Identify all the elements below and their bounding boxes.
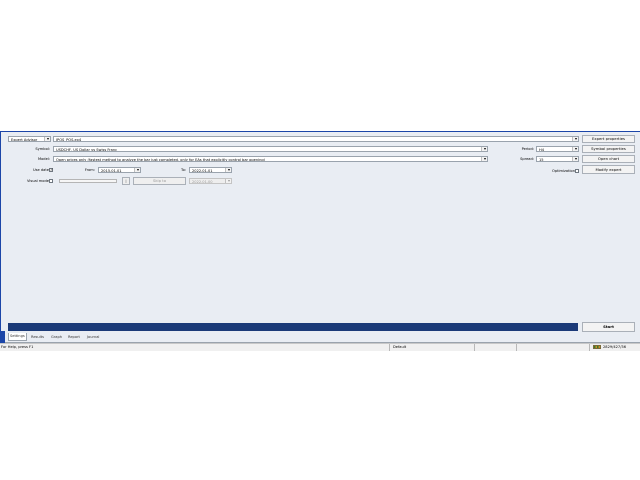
chevron-down-icon (572, 147, 578, 151)
expert-file-select[interactable]: IPOS_POS.ex4 (53, 136, 579, 142)
chevron-down-icon (481, 147, 487, 151)
period-value: H4 (539, 148, 544, 152)
start-button[interactable]: Start (582, 322, 635, 332)
spread-select[interactable]: 15 (536, 156, 579, 162)
visual-speed-slider[interactable] (59, 179, 117, 183)
chevron-down-icon (225, 168, 231, 172)
connection-bars-icon (593, 345, 601, 349)
use-date-checkbox[interactable]: ✓ (49, 168, 53, 172)
strategy-tester-window (0, 131, 640, 343)
from-date-value: 2015.01.01 (101, 169, 122, 173)
to-date-value: 2022.01.01 (192, 169, 213, 173)
checkmark-icon: ✓ (50, 167, 54, 172)
status-separator (516, 344, 517, 351)
spread-label: Spread: (520, 157, 534, 161)
status-traffic: 2829/427/36 (603, 345, 626, 349)
visual-mode-checkbox[interactable] (49, 179, 53, 183)
status-separator (389, 344, 390, 351)
expert-type-select[interactable]: Expert Advisor (8, 136, 51, 142)
visual-mode-label: Visual mode (26, 179, 49, 183)
spread-value: 15 (539, 158, 544, 162)
skip-to-date-picker[interactable]: 2022.01.00 (189, 178, 232, 184)
model-value: Open prices only (fastest method to anal… (56, 158, 266, 162)
expert-file-value: IPOS_POS.ex4 (56, 138, 82, 142)
status-separator (474, 344, 475, 351)
chevron-down-icon (44, 137, 50, 141)
from-date-picker[interactable]: 2015.01.01 (98, 167, 141, 173)
period-select[interactable]: H4 (536, 146, 579, 152)
use-date-label: Use date (33, 168, 49, 172)
status-help-text: For Help, press F1 (1, 345, 34, 349)
from-label: From: (84, 168, 95, 172)
tab-report[interactable]: Report (67, 334, 81, 341)
skip-to-button[interactable]: Skip to (133, 177, 186, 185)
chevron-down-icon (134, 168, 140, 172)
optimization-checkbox[interactable] (575, 169, 579, 173)
expert-properties-button[interactable]: Expert properties (582, 135, 635, 143)
symbol-select[interactable]: USDCHF, US Dollar vs Swiss Franc (53, 146, 488, 152)
status-bar (0, 343, 640, 351)
pause-button[interactable]: || (122, 177, 130, 185)
skip-to-date-value: 2022.01.00 (192, 180, 213, 184)
modify-expert-button[interactable]: Modify expert (582, 165, 635, 174)
window-left-edge (0, 131, 1, 343)
chevron-down-icon (225, 179, 231, 183)
symbol-value: USDCHF, US Dollar vs Swiss Franc (56, 148, 118, 152)
tab-journal[interactable]: Journal (86, 334, 100, 341)
tab-results[interactable]: Results (30, 334, 45, 341)
chevron-down-icon (572, 157, 578, 161)
period-label: Period: (521, 147, 534, 151)
expert-type-value: Expert Advisor (11, 138, 38, 142)
chevron-down-icon (481, 157, 487, 161)
tester-side-strip (0, 331, 5, 343)
model-label: Model: (37, 157, 50, 161)
open-chart-button[interactable]: Open chart (582, 155, 635, 163)
chevron-down-icon (572, 137, 578, 141)
status-profile: Default (393, 345, 407, 349)
symbol-properties-button[interactable]: Symbol properties (582, 145, 635, 153)
tab-settings[interactable]: Settings (8, 333, 27, 341)
tab-graph[interactable]: Graph (50, 334, 63, 341)
model-select[interactable]: Open prices only (fastest method to anal… (53, 156, 488, 162)
test-progress-bar (8, 323, 578, 331)
symbol-label: Symbol: (35, 147, 50, 151)
to-label: To: (181, 168, 186, 172)
status-separator (589, 344, 590, 351)
optimization-label: Optimization (552, 169, 575, 173)
to-date-picker[interactable]: 2022.01.01 (189, 167, 232, 173)
